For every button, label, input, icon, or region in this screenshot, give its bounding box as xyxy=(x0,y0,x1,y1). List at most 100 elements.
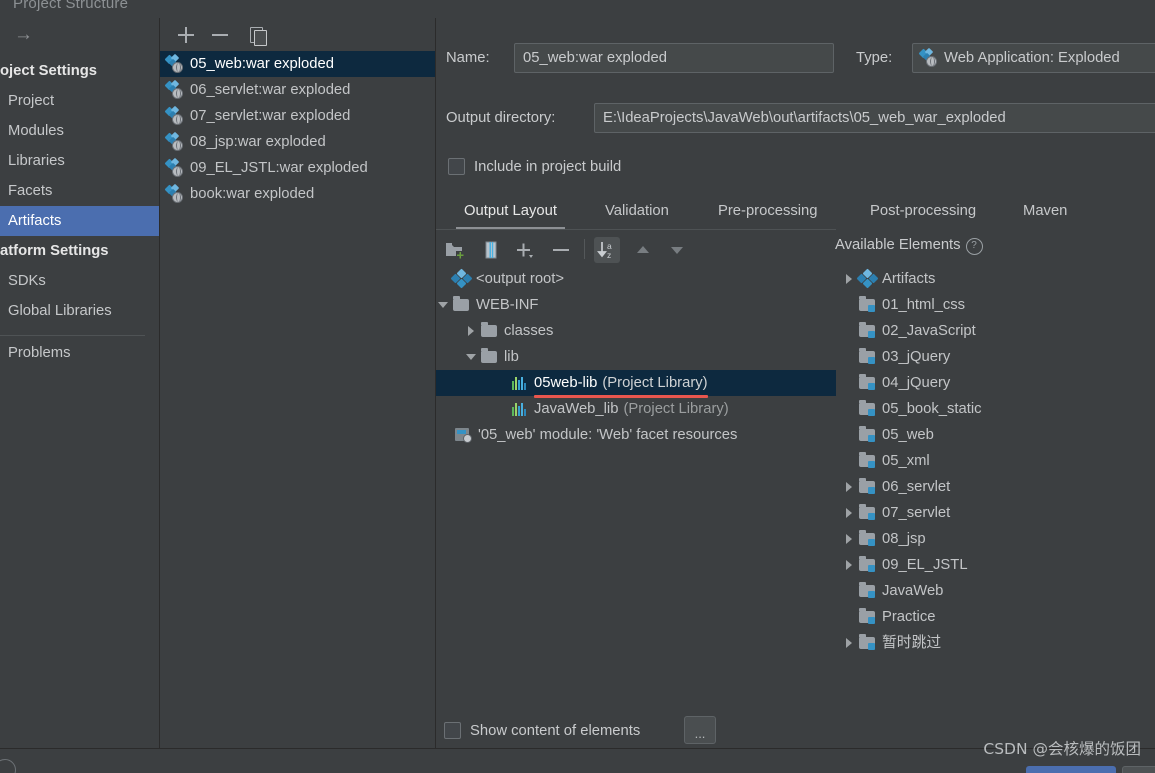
artifact-item-label: 05_web:war exploded xyxy=(190,56,334,72)
tree-node-javaweb-lib[interactable]: JavaWeb_lib (Project Library) xyxy=(436,396,836,422)
include-in-project-build-checkbox[interactable]: Include in project build xyxy=(448,158,621,175)
tree-node-05web-lib[interactable]: 05web-lib (Project Library) xyxy=(436,370,836,398)
create-directory-button[interactable] xyxy=(442,237,468,263)
sidebar-item-sdks[interactable]: SDKs xyxy=(0,266,159,296)
arrow-right-icon[interactable]: → xyxy=(14,25,42,45)
tree-node-label: 01_html_css xyxy=(882,297,966,313)
move-up-button[interactable] xyxy=(630,237,656,263)
artifact-item-07-servlet[interactable]: 07_servlet:war exploded xyxy=(160,103,435,129)
tree-node-label: 02_JavaScript xyxy=(882,323,976,339)
sidebar-item-libraries[interactable]: Libraries xyxy=(0,146,159,176)
checkbox-box-icon xyxy=(444,722,461,739)
artifact-item-09-el-jstl[interactable]: 09_EL_JSTL:war exploded xyxy=(160,155,435,181)
move-down-button[interactable] xyxy=(664,237,690,263)
tree-node-04-jquery[interactable]: 04_jQuery xyxy=(836,370,1155,396)
tree-node-practice[interactable]: Practice xyxy=(836,604,1155,630)
chevron-down-icon[interactable] xyxy=(436,292,452,318)
tree-node-label: Practice xyxy=(882,609,936,625)
artifact-item-06-servlet[interactable]: 06_servlet:war exploded xyxy=(160,77,435,103)
tree-node-05-book-static[interactable]: 05_book_static xyxy=(836,396,1155,422)
tree-node-06-servlet[interactable]: 06_servlet xyxy=(836,474,1155,500)
chevron-right-icon[interactable] xyxy=(842,552,858,578)
module-folder-icon xyxy=(858,348,877,366)
checkbox-box-icon xyxy=(448,158,465,175)
tree-node-label: 04_jQuery xyxy=(882,375,951,391)
artifact-item-book[interactable]: book:war exploded xyxy=(160,181,435,207)
tab-validation[interactable]: Validation xyxy=(605,196,669,227)
tree-node-01-html-css[interactable]: 01_html_css xyxy=(836,292,1155,318)
show-content-of-elements-label: Show content of elements xyxy=(470,722,641,739)
chevron-right-icon[interactable] xyxy=(842,526,858,552)
artifact-item-05-web[interactable]: 05_web:war exploded xyxy=(160,51,435,77)
sidebar-item-project[interactable]: Project xyxy=(0,86,159,116)
artifact-type-combo[interactable]: Web Application: Exploded xyxy=(912,43,1155,73)
sidebar-item-artifacts[interactable]: Artifacts xyxy=(0,206,159,236)
more-options-button[interactable]: ... xyxy=(684,716,716,744)
chevron-right-icon[interactable] xyxy=(842,500,858,526)
question-mark-icon[interactable]: ? xyxy=(965,238,983,255)
ok-button[interactable] xyxy=(1026,766,1116,773)
tree-node-web-inf[interactable]: WEB-INF xyxy=(436,292,836,318)
tree-node-08-jsp[interactable]: 08_jsp xyxy=(836,526,1155,552)
sidebar-divider xyxy=(0,335,145,336)
show-content-of-elements-checkbox[interactable]: Show content of elements xyxy=(444,722,640,739)
tree-node-03-jquery[interactable]: 03_jQuery xyxy=(836,344,1155,370)
tree-node-05-xml[interactable]: 05_xml xyxy=(836,448,1155,474)
add-artifact-button[interactable] xyxy=(174,23,198,47)
tab-maven[interactable]: Maven xyxy=(1023,196,1067,227)
settings-sidebar: → oject Settings Project Modules Librari… xyxy=(0,18,160,748)
cancel-button[interactable] xyxy=(1122,766,1155,773)
folder-icon xyxy=(480,322,499,340)
remove-artifact-button[interactable] xyxy=(208,23,232,47)
module-folder-icon xyxy=(858,556,877,574)
module-folder-icon xyxy=(858,452,877,470)
tree-node-sublabel: (Project Library) xyxy=(602,375,708,391)
tree-node-02-javascript[interactable]: 02_JavaScript xyxy=(836,318,1155,344)
tree-node-lib[interactable]: lib xyxy=(436,344,836,370)
artifact-name-input[interactable]: 05_web:war exploded xyxy=(514,43,834,73)
output-directory-label: Output directory: xyxy=(446,110,556,126)
tree-node-07-servlet[interactable]: 07_servlet xyxy=(836,500,1155,526)
tab-output-layout[interactable]: Output Layout xyxy=(456,196,565,229)
tab-post-processing[interactable]: Post-processing xyxy=(870,196,976,227)
sidebar-item-facets[interactable]: Facets xyxy=(0,176,159,206)
tab-pre-processing[interactable]: Pre-processing xyxy=(718,196,818,227)
remove-element-button[interactable] xyxy=(548,237,574,263)
tree-node-output-root[interactable]: <output root> xyxy=(436,266,836,292)
artifact-detail-pane: Name: 05_web:war exploded Type: Web Appl… xyxy=(436,18,1155,748)
add-copy-of-button[interactable] xyxy=(512,237,538,263)
plus-dropdown-icon xyxy=(517,243,533,258)
create-archive-button[interactable] xyxy=(478,237,504,263)
sidebar-item-global-libraries[interactable]: Global Libraries xyxy=(0,296,159,326)
chevron-right-icon[interactable] xyxy=(842,266,858,292)
output-layout-toolbar: a z xyxy=(436,234,836,266)
output-directory-input[interactable]: E:\IdeaProjects\JavaWeb\out\artifacts\05… xyxy=(594,103,1155,133)
help-icon[interactable] xyxy=(0,759,16,773)
library-icon xyxy=(510,374,529,392)
tree-node-javaweb[interactable]: JavaWeb xyxy=(836,578,1155,604)
tree-node-05-web[interactable]: 05_web xyxy=(836,422,1155,448)
artifact-type-value: Web Application: Exploded xyxy=(944,50,1120,66)
available-elements-header: Available Elements? xyxy=(835,237,983,255)
chevron-right-icon[interactable] xyxy=(464,318,480,344)
tree-node-temporarily-skipped[interactable]: 暂时跳过 xyxy=(836,630,1155,656)
tree-node-label: 暂时跳过 xyxy=(882,635,942,651)
web-artifact-icon xyxy=(164,105,184,125)
artifact-root-icon xyxy=(450,268,473,289)
tree-node-artifacts[interactable]: Artifacts xyxy=(836,266,1155,292)
new-folder-icon xyxy=(446,243,464,259)
tree-node-web-facet-resources[interactable]: '05_web' module: 'Web' facet resources xyxy=(436,422,836,448)
tree-node-09-el-jstl[interactable]: 09_EL_JSTL xyxy=(836,552,1155,578)
chevron-right-icon[interactable] xyxy=(842,474,858,500)
sidebar-item-problems[interactable]: Problems xyxy=(0,338,159,368)
chevron-right-icon[interactable] xyxy=(842,630,858,656)
copy-artifact-button[interactable] xyxy=(246,23,270,47)
toolbar-separator xyxy=(584,239,585,259)
chevron-down-icon[interactable] xyxy=(464,344,480,370)
tree-node-label: 06_servlet xyxy=(882,479,951,495)
sidebar-item-modules[interactable]: Modules xyxy=(0,116,159,146)
sort-button[interactable]: a z xyxy=(594,237,620,263)
module-folder-icon xyxy=(858,608,877,626)
tree-node-classes[interactable]: classes xyxy=(436,318,836,344)
artifact-item-08-jsp[interactable]: 08_jsp:war exploded xyxy=(160,129,435,155)
